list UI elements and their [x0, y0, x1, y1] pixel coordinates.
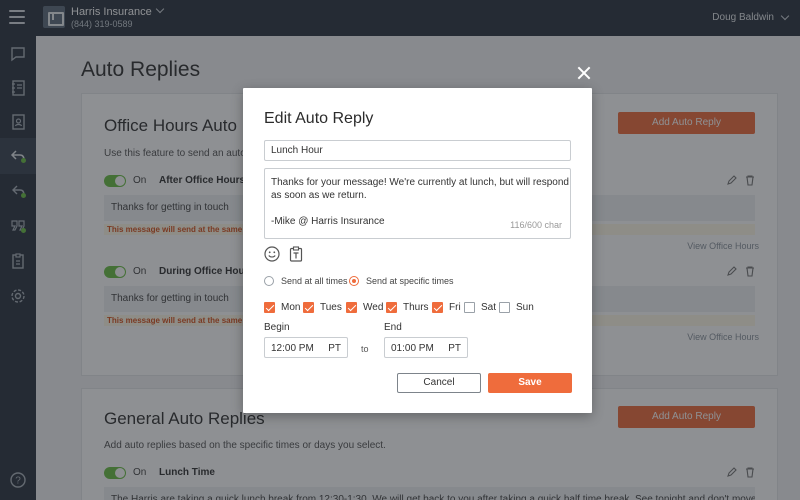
edit-auto-reply-modal: Edit Auto Reply Thanks for your message!… — [243, 88, 592, 413]
send-all-times-option[interactable]: Send at all times — [264, 276, 348, 286]
day-label: Wed — [363, 302, 384, 313]
day-sat[interactable]: Sat — [464, 302, 496, 313]
checkbox[interactable] — [499, 302, 510, 313]
day-fri[interactable]: Fri — [432, 302, 461, 313]
day-label: Sat — [481, 302, 497, 313]
begin-timezone: PT — [328, 343, 341, 354]
message-line: Thanks for your message! We're currently… — [271, 177, 569, 188]
day-wed[interactable]: Wed — [346, 302, 383, 313]
save-button[interactable]: Save — [488, 373, 572, 393]
day-tues[interactable]: Tues — [303, 302, 342, 313]
checkbox[interactable] — [264, 302, 275, 313]
checkbox[interactable] — [386, 302, 397, 313]
auto-reply-name-input[interactable] — [264, 140, 571, 161]
day-label: Sun — [516, 302, 534, 313]
emoji-icon[interactable] — [264, 246, 280, 262]
day-label: Thurs — [403, 302, 429, 313]
message-line: as soon as we return. — [271, 190, 367, 201]
begin-time-value: 12:00 PM — [271, 343, 314, 354]
end-label: End — [384, 322, 402, 333]
cancel-button[interactable]: Cancel — [397, 373, 481, 393]
radio-label: Send at all times — [281, 276, 348, 286]
checkbox[interactable] — [432, 302, 443, 313]
radio-label: Send at specific times — [366, 276, 454, 286]
template-icon[interactable] — [288, 246, 304, 262]
checkbox[interactable] — [464, 302, 475, 313]
checkbox[interactable] — [346, 302, 357, 313]
end-time-value: 01:00 PM — [391, 343, 434, 354]
modal-title: Edit Auto Reply — [264, 110, 374, 127]
checkbox[interactable] — [303, 302, 314, 313]
to-label: to — [361, 344, 369, 354]
day-label: Fri — [449, 302, 461, 313]
begin-time-input[interactable]: 12:00 PM PT — [264, 337, 348, 358]
day-mon[interactable]: Mon — [264, 302, 300, 313]
day-label: Mon — [281, 302, 301, 313]
send-specific-times-option[interactable]: Send at specific times — [349, 276, 454, 286]
day-label: Tues — [320, 302, 342, 313]
end-time-input[interactable]: 01:00 PM PT — [384, 337, 468, 358]
end-timezone: PT — [448, 343, 461, 354]
begin-label: Begin — [264, 322, 290, 333]
day-sun[interactable]: Sun — [499, 302, 534, 313]
day-thurs[interactable]: Thurs — [386, 302, 429, 313]
char-count: 116/600 char — [510, 220, 562, 230]
message-textarea[interactable]: Thanks for your message! We're currently… — [264, 168, 571, 239]
radio-specific-times[interactable] — [349, 276, 359, 286]
close-icon[interactable] — [576, 65, 592, 81]
radio-all-times[interactable] — [264, 276, 274, 286]
